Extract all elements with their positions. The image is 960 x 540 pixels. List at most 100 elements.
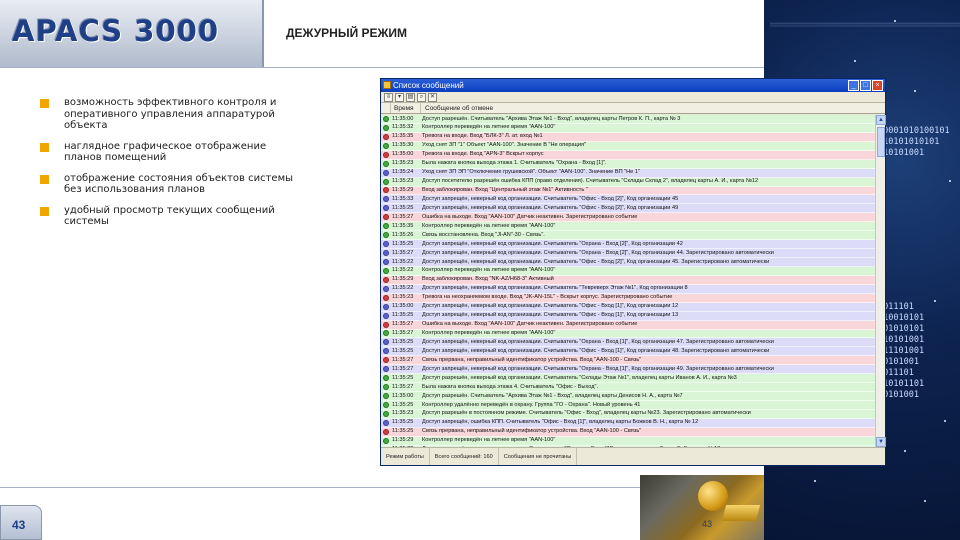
photo-page-number: 43	[702, 519, 713, 529]
message-row[interactable]: 11:35:25 Связь прервана, неправильный иде…	[381, 427, 877, 437]
status-dot-icon	[383, 223, 389, 230]
message-row[interactable]: 11:35:26 Связь восстановлена. Вход "Jl-AN…	[381, 231, 877, 241]
message-time: 11:35:25	[392, 347, 414, 354]
binary-code-text: 10001010100101 .10101010101 .10101001 N0…	[878, 126, 950, 400]
message-time: 11:35:27	[392, 330, 414, 336]
message-column-header[interactable]: Сообщение об отмене	[421, 103, 885, 113]
message-row[interactable]: 11:35:25 Доступ разрешён, неверный код ор…	[381, 374, 877, 384]
message-row[interactable]: 11:35:33 Доступ запрещён, неверный код ор…	[381, 195, 877, 205]
message-row[interactable]: 11:35:25 Доступ запрещён, ошибка КПП. Счи…	[381, 418, 877, 428]
message-time: 11:35:23	[392, 294, 414, 301]
gold-coin-image	[698, 481, 728, 511]
filter-icon[interactable]: ▾	[395, 93, 404, 102]
message-text: Доступ запрещён, неверный код организаци…	[422, 347, 770, 354]
status-dot-icon	[383, 187, 389, 194]
message-text: Связь прервана, неправильный идентификат…	[422, 428, 642, 435]
footer-photo-collage: 43	[640, 475, 764, 540]
status-dot-icon	[383, 160, 389, 167]
message-row[interactable]: 11:35:22 Доступ запрещён, неверный код ор…	[381, 258, 877, 267]
message-row[interactable]: 11:35:23 Доступ разрешён в постоянном реж…	[381, 409, 877, 419]
message-time: 11:35:32	[392, 124, 414, 131]
message-time: 11:35:27	[392, 383, 414, 390]
scroll-thumb[interactable]	[877, 127, 885, 157]
message-row[interactable]: 11:35:25 Контроллер удалённо переведён в …	[381, 401, 877, 410]
message-row[interactable]: 11:35:29 Вход заблокирован. Вход "Централ…	[381, 186, 877, 196]
message-row[interactable]: 11:35:29 Контроллер переведён на летнее в…	[381, 436, 877, 446]
message-row[interactable]: 11:35:30 Уход снят ЗП "1" Объект "AAN-100…	[381, 141, 877, 151]
message-text: Доступ запрещён, неверный код организаци…	[422, 303, 679, 310]
message-row[interactable]: 11:35:25 Доступ запрещён, неверный код ор…	[381, 347, 877, 357]
message-time: 11:35:27	[392, 213, 414, 220]
maximize-button[interactable]: □	[860, 80, 871, 91]
sort-icon[interactable]: ≡	[384, 93, 393, 102]
message-text: Уход снят ЗП "1" Объект "AAN-100". Значе…	[422, 142, 586, 149]
message-row[interactable]: 11:35:25 Доступ запрещён, неверный код ор…	[381, 338, 877, 348]
status-dot-icon	[383, 214, 389, 221]
message-row[interactable]: 11:35:25 Доступ запрещён, неверный код ор…	[381, 311, 877, 321]
message-text: Доступ посетителю разрешён ошибка КПП (п…	[422, 178, 759, 185]
message-time: 11:35:27	[392, 249, 414, 256]
message-row[interactable]: 11:35:27 Ошибка на выходе. Вход "AAN-100"…	[381, 213, 877, 223]
message-row[interactable]: 11:35:27 Была нажата кнопка выхода этажа …	[381, 383, 877, 393]
bullet-square-icon	[40, 206, 49, 216]
message-row[interactable]: 11:35:27 Связь прервана, неправильный иде…	[381, 356, 877, 366]
message-text: Тревога на входе. Вход "БЛК-3" Л. ат. вх…	[422, 133, 543, 140]
clear-icon[interactable]: ✕	[428, 93, 437, 102]
message-text: Связь прервана, неправильный идентификат…	[422, 356, 642, 363]
close-button[interactable]: ×	[872, 80, 883, 91]
status-dot-icon	[383, 321, 389, 328]
star-dot	[814, 480, 816, 482]
message-row[interactable]: 11:35:22 Контроллер переведён на летнее в…	[381, 266, 877, 276]
message-row[interactable]: 11:35:22 Доступ запрещён, неверный код ор…	[381, 284, 877, 294]
vertical-scrollbar[interactable]: ▲ ▼	[875, 115, 886, 447]
message-row[interactable]: 11:35:27 Контроллер переведён на летнее в…	[381, 329, 877, 339]
scroll-down-icon[interactable]: ▼	[876, 437, 886, 447]
message-row[interactable]: 11:35:00 Доступ разрешён. Считыватель "Ар…	[381, 392, 877, 401]
message-time: 11:35:22	[392, 267, 414, 274]
message-list[interactable]: 11:35:00 Доступ разрешён. Считыватель "Ар…	[381, 115, 877, 447]
status-column-header[interactable]	[381, 103, 391, 113]
page-number: 43	[12, 518, 26, 532]
gold-bar-image	[721, 505, 761, 521]
status-dot-icon	[383, 115, 389, 122]
message-row[interactable]: 11:35:23 Была нажата кнопка выхода этажа …	[381, 159, 877, 169]
message-row[interactable]: 11:35:35 Тревога на входе. Вход "БЛК-3" Л…	[381, 132, 877, 142]
message-row[interactable]: 11:35:27 Ошибка на выходе. Вход "AAN-100"…	[381, 320, 877, 330]
message-text: Доступ запрещён, неверный код организаци…	[422, 195, 679, 202]
message-time: 11:35:23	[392, 160, 414, 167]
message-row[interactable]: 11:35:27 Доступ запрещён, неверный код ор…	[381, 365, 877, 375]
bullet-square-icon	[40, 142, 49, 152]
message-row[interactable]: 11:35:00 Доступ запрещён, неверный код ор…	[381, 302, 877, 312]
message-row[interactable]: 11:35:23 Тревога на неохраняемом входе. В…	[381, 293, 877, 303]
message-text: Тревога на входе. Вход "APN-3" Вскрыт ко…	[422, 151, 544, 158]
message-text: Контроллер переведён на летнее время "AA…	[422, 437, 556, 444]
message-text: Доступ запрещён, неверный код организаци…	[422, 338, 774, 345]
status-dot-icon	[383, 437, 389, 444]
message-time: 11:35:00	[392, 392, 414, 399]
message-row[interactable]: 11:35:00 Доступ разрешён. Считыватель "Ар…	[381, 115, 877, 124]
minimize-button[interactable]: _	[848, 80, 859, 91]
message-row[interactable]: 11:35:27 Доступ запрещён, неверный код ор…	[381, 249, 877, 258]
print-icon[interactable]: ▤	[406, 93, 415, 102]
message-row[interactable]: 11:35:32 Контроллер переведён на летнее в…	[381, 123, 877, 133]
message-text: Вход заблокирован. Вход "Центральный эта…	[422, 187, 588, 193]
feature-text: наглядное графическое отображение планов…	[64, 140, 267, 164]
message-text: Доступ разрешён. Считыватель "Архива Эта…	[422, 115, 681, 122]
message-row[interactable]: 11:35:24 Уход снят ЗП ЭП "Отключение груш…	[381, 168, 877, 178]
message-row[interactable]: 11:35:25 Доступ запрещён, неверный код ор…	[381, 240, 877, 250]
time-column-header[interactable]: Время	[391, 103, 421, 113]
message-time: 11:35:27	[392, 321, 414, 328]
window-titlebar[interactable]: Список сообщений _ □ ×	[381, 79, 885, 92]
status-unread: Сообщения не прочитаны	[499, 448, 578, 465]
message-row[interactable]: 11:35:35 Контроллер переведён на летнее в…	[381, 222, 877, 232]
star-dot	[854, 60, 856, 62]
message-row[interactable]: 11:35:29 Вход заблокирован. Вход "NK-AZ/H…	[381, 275, 877, 285]
message-time: 11:35:29	[392, 437, 414, 444]
message-row[interactable]: 11:35:23 Доступ посетителю разрешён ошибк…	[381, 177, 877, 187]
message-row[interactable]: 11:35:25 Доступ запрещён, неверный код ор…	[381, 204, 877, 214]
status-dot-icon	[383, 348, 389, 355]
scroll-up-icon[interactable]: ▲	[876, 115, 886, 125]
search-icon[interactable]: ⌕	[417, 93, 426, 102]
message-row[interactable]: 11:35:00 Тревога на входе. Вход "APN-3" В…	[381, 150, 877, 160]
message-text: Ошибка на выходе. Вход "AAN-100" Датчик …	[422, 321, 638, 328]
